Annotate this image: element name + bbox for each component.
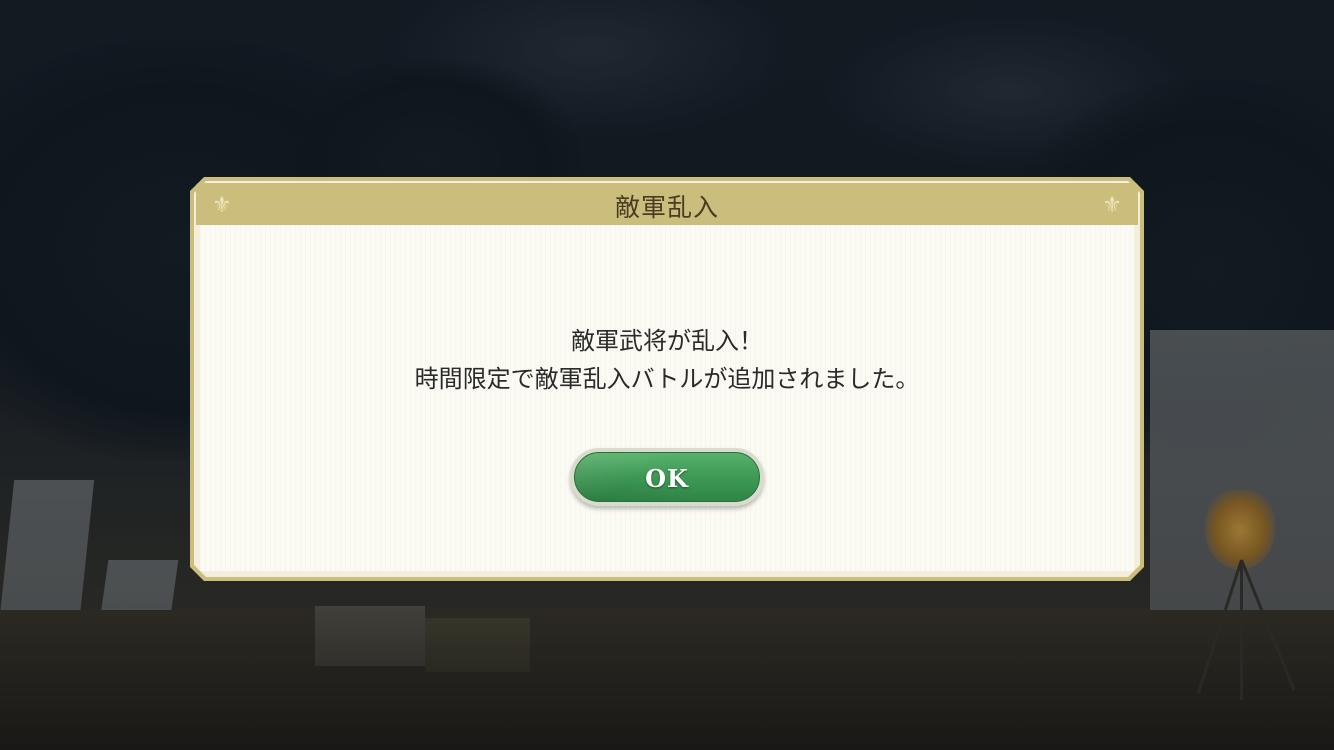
ok-button-label: OK: [645, 464, 689, 493]
enemy-intrusion-dialog: ⚜ 敵軍乱入 ⚜ 敵軍武将が乱入！ 時間限定で敵軍乱入バトルが追加されました。 …: [190, 177, 1144, 581]
message-line-1: 敵軍武将が乱入！: [571, 327, 763, 355]
dialog-body: 敵軍武将が乱入！ 時間限定で敵軍乱入バトルが追加されました。: [200, 225, 1134, 571]
dialog-message: 敵軍武将が乱入！ 時間限定で敵軍乱入バトルが追加されました。: [200, 322, 1134, 398]
ok-button[interactable]: OK: [570, 448, 764, 506]
game-screen: ⚜ 敵軍乱入 ⚜ 敵軍武将が乱入！ 時間限定で敵軍乱入バトルが追加されました。 …: [0, 0, 1334, 750]
fleur-de-lis-icon: ⚜: [1102, 193, 1122, 218]
dialog-title: 敵軍乱入: [614, 193, 719, 222]
ok-button-face[interactable]: OK: [574, 452, 760, 502]
message-line-2: 時間限定で敵軍乱入バトルが追加されました。: [414, 365, 920, 393]
dialog-title-bar: ⚜ 敵軍乱入 ⚜: [196, 183, 1138, 225]
